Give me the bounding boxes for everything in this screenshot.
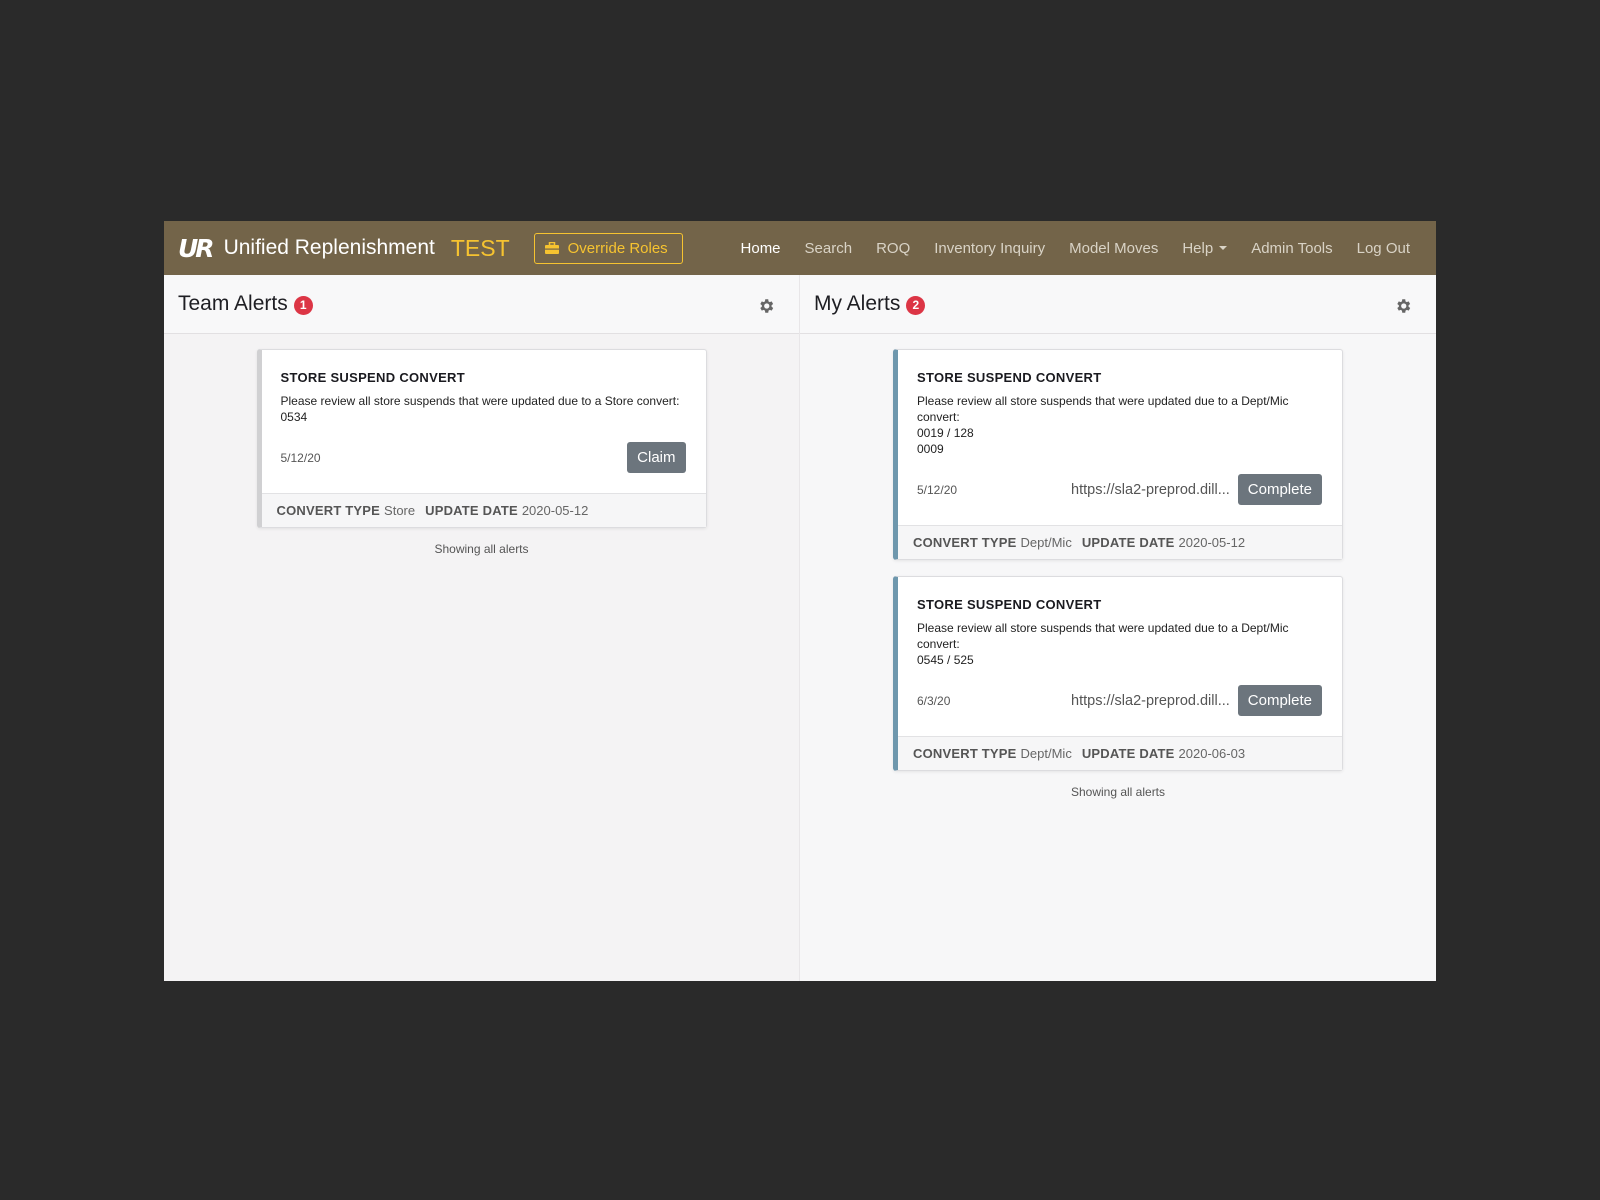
alert-title: STORE SUSPEND CONVERT [917, 597, 1102, 612]
nav-help-label: Help [1182, 239, 1214, 257]
alert-actions-row: 5/12/20 Claim [281, 442, 686, 473]
convert-type-field: CONVERT TYPE Store [277, 503, 416, 518]
team-alerts-header: Team Alerts 1 [164, 275, 799, 334]
alert-card: STORE SUSPEND CONVERT Please review all … [256, 349, 707, 528]
convert-type-field: CONVERT TYPE Dept/Mic [913, 746, 1072, 761]
nav-model-moves[interactable]: Model Moves [1057, 240, 1170, 257]
convert-type-value: Store [384, 503, 416, 518]
alert-date: 5/12/20 [280, 450, 321, 465]
alert-card-body: STORE SUSPEND CONVERT Please review all … [262, 350, 706, 493]
update-date-key: UPDATE DATE [1081, 535, 1175, 550]
nav-roq[interactable]: ROQ [864, 240, 922, 257]
gear-icon[interactable] [757, 297, 775, 315]
alert-date: 5/12/20 [917, 482, 958, 497]
app-window: UR Unified Replenishment TEST Override R… [164, 221, 1436, 981]
alert-title: STORE SUSPEND CONVERT [280, 370, 465, 385]
showing-all-alerts: Showing all alerts [434, 542, 529, 556]
top-navbar: UR Unified Replenishment TEST Override R… [164, 221, 1436, 275]
caret-down-icon [1219, 246, 1228, 250]
convert-type-value: Dept/Mic [1020, 535, 1072, 550]
showing-all-alerts: Showing all alerts [1070, 785, 1166, 799]
alert-link[interactable]: https://sla2-preprod.dill... [1071, 482, 1230, 498]
nav-help-dropdown[interactable]: Help [1170, 240, 1239, 257]
alert-meta: CONVERT TYPE Dept/Mic UPDATE DATE 2020-0… [898, 525, 1342, 559]
alert-actions-row: 5/12/20 https://sla2-preprod.dill... Com… [917, 474, 1322, 505]
update-date-field: UPDATE DATE 2020-05-12 [1082, 535, 1245, 550]
environment-tag: TEST [450, 234, 510, 261]
ur-logo: UR [178, 233, 215, 263]
alert-description: Please review all store suspends that we… [917, 394, 1289, 456]
update-date-value: 2020-05-12 [521, 503, 589, 518]
app-name: Unified Replenishment [223, 236, 435, 259]
alert-description: Please review all store suspends that we… [280, 394, 680, 424]
my-alerts-count-badge: 2 [906, 295, 926, 315]
my-alerts-title: My Alerts [814, 292, 901, 315]
team-alerts-list: STORE SUSPEND CONVERT Please review all … [256, 349, 707, 556]
update-date-value: 2020-05-12 [1178, 535, 1246, 550]
alert-card-body: STORE SUSPEND CONVERT Please review all … [898, 577, 1342, 736]
override-roles-button[interactable]: Override Roles [533, 232, 683, 264]
update-date-field: UPDATE DATE 2020-06-03 [1082, 746, 1245, 761]
my-alerts-column: My Alerts 2 STORE SUSPEND CONVERT Please… [800, 275, 1436, 981]
nav-home[interactable]: Home [729, 240, 793, 257]
convert-type-key: CONVERT TYPE [276, 503, 381, 518]
alert-card-body: STORE SUSPEND CONVERT Please review all … [898, 350, 1342, 525]
alert-columns: Team Alerts 1 STORE SUSPEND CONVERT Plea… [164, 275, 1436, 981]
update-date-field: UPDATE DATE 2020-05-12 [425, 503, 588, 518]
toolbox-icon [544, 242, 559, 254]
team-alerts-title: Team Alerts [178, 292, 288, 315]
nav-inventory-inquiry[interactable]: Inventory Inquiry [922, 240, 1057, 257]
convert-type-field: CONVERT TYPE Dept/Mic [913, 535, 1072, 550]
convert-type-key: CONVERT TYPE [913, 535, 1017, 550]
alert-link[interactable]: https://sla2-preprod.dill... [1071, 693, 1230, 709]
alert-actions-row: 6/3/20 https://sla2-preprod.dill... Comp… [917, 685, 1322, 716]
brand[interactable]: UR Unified Replenishment TEST [178, 234, 534, 263]
update-date-key: UPDATE DATE [1081, 746, 1175, 761]
alert-card: STORE SUSPEND CONVERT Please review all … [893, 349, 1343, 560]
my-alerts-list: STORE SUSPEND CONVERT Please review all … [893, 349, 1343, 799]
alert-description: Please review all store suspends that we… [917, 621, 1289, 667]
team-alerts-count-badge: 1 [293, 295, 313, 315]
nav-search[interactable]: Search [793, 240, 865, 257]
my-alerts-header: My Alerts 2 [800, 275, 1436, 334]
team-alerts-column: Team Alerts 1 STORE SUSPEND CONVERT Plea… [164, 275, 800, 981]
convert-type-value: Dept/Mic [1020, 746, 1072, 761]
complete-button[interactable]: Complete [1237, 685, 1322, 716]
alert-meta: CONVERT TYPE Store UPDATE DATE 2020-05-1… [261, 493, 706, 527]
gear-icon[interactable] [1394, 297, 1412, 315]
update-date-value: 2020-06-03 [1178, 746, 1246, 761]
alert-meta: CONVERT TYPE Dept/Mic UPDATE DATE 2020-0… [898, 736, 1342, 770]
alert-date: 6/3/20 [917, 693, 951, 708]
complete-button[interactable]: Complete [1237, 474, 1322, 505]
nav-log-out[interactable]: Log Out [1345, 240, 1422, 257]
claim-button[interactable]: Claim [627, 442, 686, 473]
update-date-key: UPDATE DATE [425, 503, 518, 518]
alert-card: STORE SUSPEND CONVERT Please review all … [893, 576, 1343, 771]
alert-title: STORE SUSPEND CONVERT [917, 370, 1102, 385]
nav-admin-tools[interactable]: Admin Tools [1239, 240, 1344, 257]
convert-type-key: CONVERT TYPE [913, 746, 1017, 761]
nav-links: Home Search ROQ Inventory Inquiry Model … [729, 240, 1422, 257]
override-roles-label: Override Roles [567, 239, 668, 257]
